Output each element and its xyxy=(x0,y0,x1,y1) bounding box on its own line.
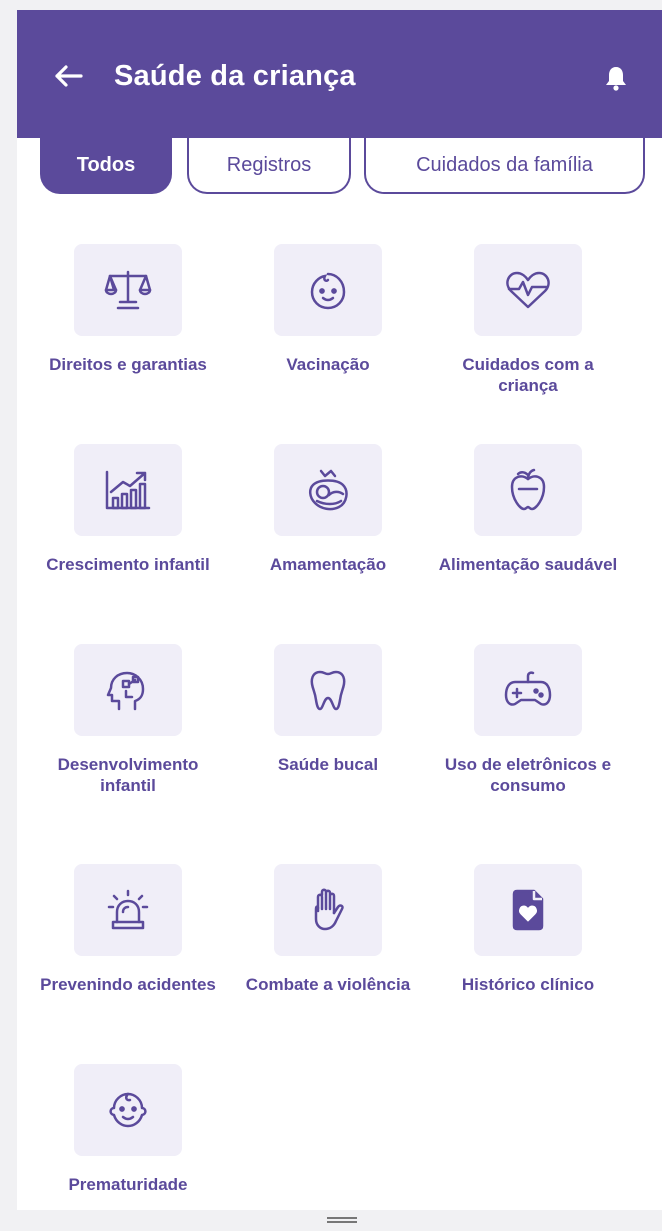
brain-head-icon xyxy=(106,671,145,711)
app-header: Saúde da criança xyxy=(17,10,662,138)
tile-icon-box xyxy=(274,644,382,736)
filter-chip-todos[interactable]: Todos xyxy=(40,138,172,194)
apple-icon xyxy=(510,468,546,511)
baby-icon xyxy=(109,1092,147,1128)
tile-icon-box xyxy=(274,244,382,336)
tile-icon-box xyxy=(474,244,582,336)
tile-label: Cuidados com a criança xyxy=(462,355,594,395)
tile-label: Prematuridade xyxy=(68,1175,188,1194)
tile-icon-box xyxy=(74,244,182,336)
breastfeeding-icon xyxy=(309,469,348,511)
filter-chip-cuidados-familia[interactable]: Cuidados da família xyxy=(364,138,645,194)
status-area xyxy=(0,0,662,10)
tile-label: Histórico clínico xyxy=(461,975,595,994)
arrow-left-icon xyxy=(55,65,83,87)
back-button[interactable] xyxy=(50,58,86,94)
growth-chart-icon xyxy=(105,470,151,510)
tile-label: Saúde bucal xyxy=(277,755,379,774)
tile-label: Prevenindo acidentes xyxy=(40,975,216,994)
tile-icon-box xyxy=(74,644,182,736)
stop-hand-icon xyxy=(314,888,344,931)
tile-icon-box xyxy=(474,644,582,736)
heart-pulse-icon xyxy=(506,271,550,309)
tile-label: Crescimento infantil xyxy=(46,555,210,574)
tile-label: Combate a violência xyxy=(245,975,411,994)
tile-label: Uso de eletrônicos e consumo xyxy=(444,755,612,795)
gamepad-icon xyxy=(504,671,552,706)
tile-saude-bucal[interactable]: Saúde bucal xyxy=(228,644,428,775)
tile-uso-eletronicos[interactable]: Uso de eletrônicos e consumo xyxy=(428,644,628,796)
tile-icon-box xyxy=(474,864,582,956)
tile-vacinacao[interactable]: Vacinação xyxy=(228,244,428,375)
tooth-icon xyxy=(310,670,346,711)
tile-direitos-garantias[interactable]: Direitos e garantias xyxy=(28,244,228,375)
medical-record-icon xyxy=(512,889,544,931)
tile-icon-box xyxy=(74,1064,182,1156)
tile-cuidados-crianca[interactable]: Cuidados com a criança xyxy=(428,244,628,396)
tile-label: Vacinação xyxy=(286,355,370,374)
baby-face-icon xyxy=(310,272,346,310)
tile-desenvolvimento-infantil[interactable]: Desenvolvimento infantil xyxy=(28,644,228,796)
scale-icon xyxy=(104,270,152,310)
tile-icon-box xyxy=(74,864,182,956)
tile-label: Desenvolvimento infantil xyxy=(57,755,199,795)
page-title: Saúde da criança xyxy=(114,60,356,92)
tile-historico-clinico[interactable]: Histórico clínico xyxy=(428,864,628,995)
siren-icon xyxy=(107,889,149,930)
tile-prematuridade[interactable]: Prematuridade xyxy=(28,1064,228,1195)
tile-alimentacao-saudavel[interactable]: Alimentação saudável xyxy=(428,444,628,575)
filter-chip-registros[interactable]: Registros xyxy=(187,138,351,194)
tile-label: Direitos e garantias xyxy=(49,355,207,374)
tile-prevenindo-acidentes[interactable]: Prevenindo acidentes xyxy=(28,864,228,995)
bottom-sheet-bar xyxy=(17,1210,662,1231)
screen-edge xyxy=(0,0,17,1231)
tile-label: Alimentação saudável xyxy=(438,555,618,574)
tile-label: Amamentação xyxy=(269,555,387,574)
tile-combate-violencia[interactable]: Combate a violência xyxy=(228,864,428,995)
notifications-button[interactable] xyxy=(598,60,634,96)
tile-icon-box xyxy=(274,864,382,956)
drag-handle[interactable] xyxy=(327,1217,357,1223)
tile-icon-box xyxy=(74,444,182,536)
tile-icon-box xyxy=(474,444,582,536)
tile-icon-box xyxy=(274,444,382,536)
bell-icon xyxy=(606,67,626,91)
tile-amamentacao[interactable]: Amamentação xyxy=(228,444,428,575)
tile-crescimento-infantil[interactable]: Crescimento infantil xyxy=(28,444,228,575)
